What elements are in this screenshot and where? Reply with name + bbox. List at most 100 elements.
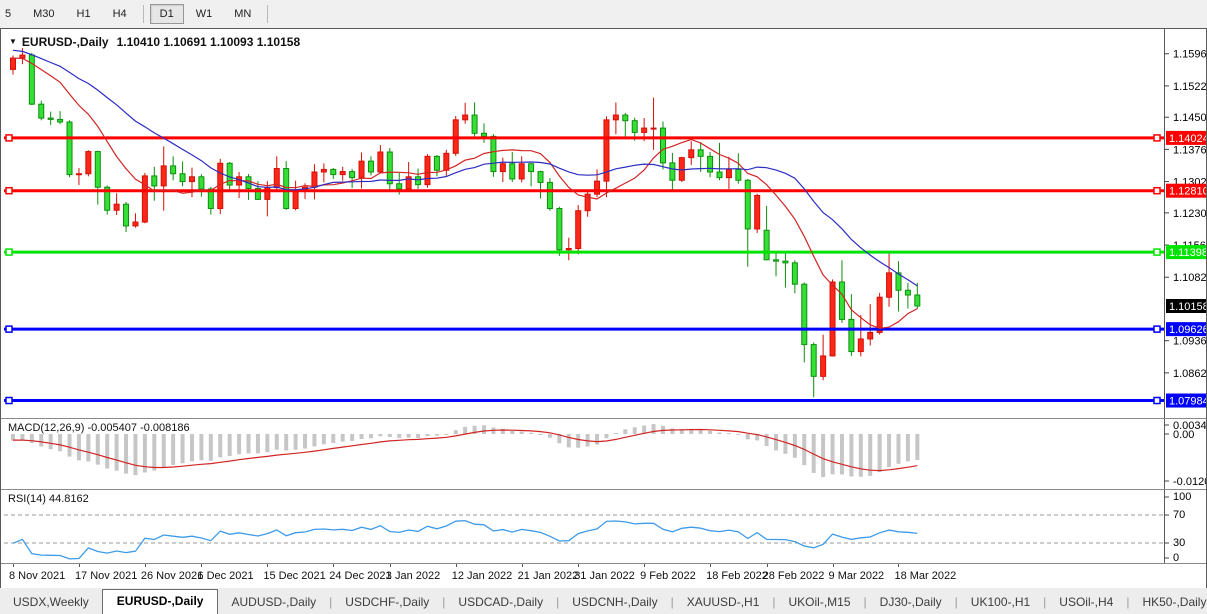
symbol-tab-audusd-daily[interactable]: AUDUSD-,Daily — [218, 591, 329, 614]
macd-histogram-bar — [896, 434, 900, 464]
macd-histogram-bar — [96, 434, 100, 465]
macd-histogram-bar — [350, 434, 354, 441]
timeframe-button-h1[interactable]: H1 — [67, 4, 101, 24]
macd-histogram-bar — [378, 434, 382, 436]
macd-histogram-bar — [30, 434, 34, 443]
symbol-tab-usdchf-daily[interactable]: USDCHF-,Daily — [332, 591, 442, 614]
line-handle[interactable] — [1154, 249, 1160, 255]
candle-body — [632, 121, 637, 133]
line-handle[interactable] — [6, 135, 12, 141]
macd-histogram-bar — [218, 434, 222, 457]
macd-pane[interactable]: MACD(12,26,9) -0.005407 -0.008186 0.0034… — [1, 418, 1206, 490]
symbol-tab-usdx-weekly[interactable]: USDX,Weekly — [0, 591, 102, 614]
macd-histogram-bar — [736, 434, 740, 435]
macd-histogram-bar — [576, 434, 580, 448]
macd-histogram-bar — [831, 434, 835, 474]
line-handle[interactable] — [1154, 326, 1160, 332]
candle-body — [802, 284, 807, 344]
date-axis-label: 17 Nov 2021 — [75, 570, 137, 582]
candle-body — [576, 211, 581, 249]
timeframe-button-h4[interactable]: H4 — [103, 4, 137, 24]
line-handle[interactable] — [6, 398, 12, 404]
timeframe-button-m30[interactable]: M30 — [23, 4, 64, 24]
date-tick — [456, 564, 457, 567]
macd-histogram-bar — [718, 433, 722, 434]
date-axis-label: 26 Nov 2021 — [141, 570, 203, 582]
candle-body — [868, 332, 873, 339]
macd-histogram-bar — [256, 434, 260, 453]
symbol-tab-usoil-h4[interactable]: USOil-,H4 — [1046, 591, 1126, 614]
macd-histogram-bar — [133, 434, 137, 475]
candle-body — [783, 261, 788, 263]
macd-histogram-bar — [265, 434, 269, 452]
candle-body — [114, 204, 119, 210]
candle-body — [472, 115, 477, 133]
macd-histogram-bar — [849, 434, 853, 477]
symbol-tab-usdcnh-daily[interactable]: USDCNH-,Daily — [559, 591, 670, 614]
macd-histogram-bar — [199, 434, 203, 460]
candle-body — [811, 345, 816, 377]
candle-body — [557, 209, 562, 250]
symbol-tab-bar: USDX,WeeklyEURUSD-,DailyAUDUSD-,Daily|US… — [0, 588, 1207, 614]
chart-window[interactable]: ▼EURUSD-,Daily1.10410 1.10691 1.10093 1.… — [0, 28, 1207, 589]
candle-body — [368, 161, 373, 172]
candle-body — [331, 169, 336, 174]
candle-body — [416, 177, 421, 185]
macd-histogram-bar — [39, 434, 43, 447]
date-axis-label: 24 Dec 2021 — [329, 570, 391, 582]
symbol-tab-ukoil-m15[interactable]: UKOil-,M15 — [776, 591, 864, 614]
date-axis[interactable]: 8 Nov 202117 Nov 202126 Nov 20216 Dec 20… — [1, 563, 1206, 588]
date-tick — [333, 564, 334, 567]
macd-histogram-bar — [633, 427, 637, 434]
date-tick — [201, 564, 202, 567]
macd-histogram-bar — [58, 434, 62, 451]
symbol-dropdown-icon[interactable]: ▼ — [9, 37, 17, 46]
symbol-tab-xauusd-h1[interactable]: XAUUSD-,H1 — [674, 591, 773, 614]
symbol-tab-hk50-daily[interactable]: HK50-,Daily — [1129, 591, 1207, 614]
macd-histogram-bar — [247, 434, 251, 453]
rsi-axis-label: 100 — [1173, 491, 1191, 503]
date-tick — [767, 564, 768, 567]
price-axis-label: 1.15960 — [1173, 49, 1206, 61]
symbol-tab-eurusd-daily[interactable]: EURUSD-,Daily — [102, 589, 219, 614]
symbol-tab-uk100-h1[interactable]: UK100-,H1 — [958, 591, 1043, 614]
price-line-badge-label: 1.07984 — [1169, 396, 1206, 408]
rsi-chart-canvas[interactable]: 10070300 — [1, 490, 1206, 563]
price-axis-label: 1.12300 — [1173, 208, 1206, 220]
macd-histogram-bar — [294, 434, 298, 450]
candle-body — [133, 222, 138, 226]
macd-histogram-bar — [623, 429, 627, 434]
line-handle[interactable] — [1154, 135, 1160, 141]
candle-body — [142, 176, 147, 222]
line-handle[interactable] — [1154, 188, 1160, 194]
line-handle[interactable] — [6, 326, 12, 332]
timeframe-button-5[interactable]: 5 — [0, 4, 21, 24]
timeframe-button-d1[interactable]: D1 — [150, 4, 184, 24]
timeframe-button-mn[interactable]: MN — [224, 4, 261, 24]
line-handle[interactable] — [6, 188, 12, 194]
symbol-tab-usdcad-daily[interactable]: USDCAD-,Daily — [445, 591, 556, 614]
symbol-tab-dj30-daily[interactable]: DJ30-,Daily — [867, 591, 955, 614]
date-tick — [578, 564, 579, 567]
macd-histogram-bar — [915, 434, 919, 460]
macd-histogram-bar — [275, 434, 279, 450]
price-pane[interactable]: 1.159601.152201.145001.137601.130201.123… — [1, 29, 1206, 418]
line-handle[interactable] — [6, 249, 12, 255]
line-handle[interactable] — [1154, 398, 1160, 404]
candle-body — [312, 172, 317, 187]
macd-histogram-bar — [878, 434, 882, 472]
macd-histogram-bar — [840, 434, 844, 474]
macd-histogram-bar — [124, 434, 128, 474]
macd-histogram-bar — [49, 434, 53, 449]
price-chart-canvas[interactable]: 1.159601.152201.145001.137601.130201.123… — [1, 29, 1206, 418]
macd-histogram-bar — [670, 428, 674, 434]
current-price-label: 1.10158 — [1169, 301, 1206, 313]
candle-body — [830, 282, 835, 356]
candle-body — [538, 172, 543, 183]
macd-histogram-bar — [708, 431, 712, 434]
rsi-pane[interactable]: RSI(14) 44.8162 10070300 — [1, 489, 1206, 564]
timeframe-button-w1[interactable]: W1 — [186, 4, 223, 24]
macd-histogram-bar — [171, 434, 175, 465]
trading-terminal: 5M30H1H4 D1W1MN ▼EURUSD-,Daily1.10410 1.1… — [0, 0, 1207, 614]
rsi-axis-label: 70 — [1173, 509, 1185, 521]
